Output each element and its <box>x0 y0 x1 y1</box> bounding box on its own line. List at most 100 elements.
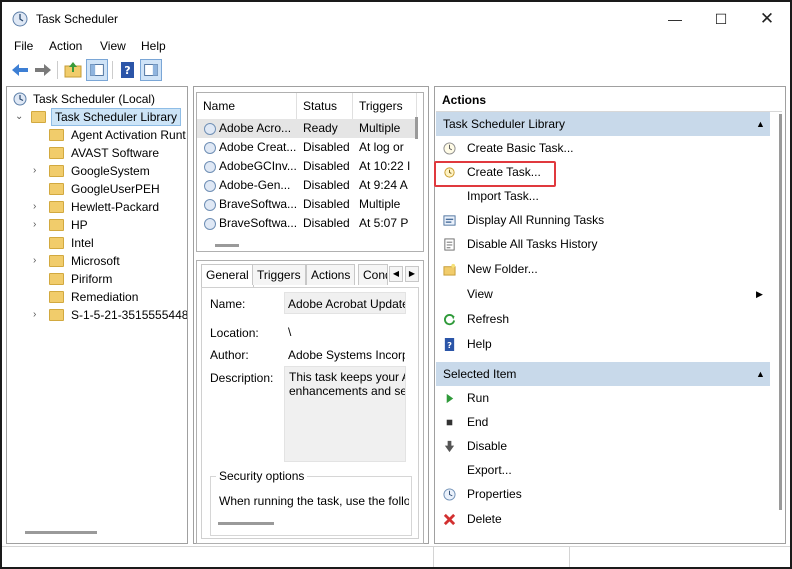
task-clock-icon <box>204 180 216 192</box>
svg-text:?: ? <box>124 64 130 77</box>
author-label: Author: <box>210 348 249 362</box>
action-label: View <box>467 287 493 301</box>
folder-icon <box>31 111 46 123</box>
collapse-up-icon[interactable]: ▲ <box>756 362 765 386</box>
tree-folder-label: Piriform <box>71 272 113 286</box>
help-book-icon[interactable]: ? <box>116 59 138 81</box>
task-row[interactable]: AdobeGCInv... Disabled At 10:22 I <box>197 157 415 176</box>
actions-vertical-scrollbar[interactable] <box>779 114 782 510</box>
tree-folder-label: Microsoft <box>71 254 120 268</box>
back-arrow-icon[interactable] <box>9 59 31 81</box>
up-folder-icon[interactable] <box>62 59 84 81</box>
folder-icon <box>49 147 64 159</box>
task-clock-icon <box>204 199 216 211</box>
tab-actions[interactable]: Actions <box>306 264 356 285</box>
column-header-triggers[interactable]: Triggers <box>353 93 417 119</box>
menu-file[interactable]: File <box>14 39 33 53</box>
help-icon: ? <box>444 338 455 351</box>
task-triggers: At 10:22 I <box>359 159 411 173</box>
task-row[interactable]: BraveSoftwa... Disabled At 5:07 P <box>197 214 415 233</box>
menu-view[interactable]: View <box>100 39 126 53</box>
section-title: Selected Item <box>443 367 517 381</box>
tab-general[interactable]: General <box>201 264 254 287</box>
tab-conditions[interactable]: Cond <box>358 264 388 285</box>
tree-horizontal-scrollbar[interactable] <box>25 531 97 534</box>
chevron-down-icon[interactable]: ⌄ <box>15 108 23 126</box>
tab-scroll-right-icon[interactable]: ▶ <box>405 266 419 282</box>
name-label: Name: <box>210 297 246 311</box>
close-button[interactable]: ✕ <box>744 2 790 36</box>
task-status: Ready <box>303 121 338 135</box>
chevron-right-icon[interactable]: › <box>33 306 36 324</box>
chevron-right-icon[interactable]: › <box>33 216 36 234</box>
action-label: Properties <box>467 487 522 501</box>
end-icon <box>446 419 453 426</box>
tree-library-label: Task Scheduler Library <box>51 108 182 126</box>
forward-arrow-icon[interactable] <box>32 59 54 81</box>
task-row[interactable]: Adobe Creat... Disabled At log or <box>197 138 415 157</box>
console-tree: Task Scheduler (Local) ⌄ Task Scheduler … <box>6 86 188 544</box>
running-tasks-icon <box>443 215 456 226</box>
chevron-right-icon[interactable]: › <box>33 162 36 180</box>
section-title: Task Scheduler Library <box>443 117 566 131</box>
folder-icon <box>49 237 64 249</box>
chevron-right-icon[interactable]: › <box>33 198 36 216</box>
description-textbox[interactable]: This task keeps your A enhancements and … <box>284 366 406 462</box>
show-hide-console-tree-icon[interactable] <box>86 59 108 81</box>
action-label: End <box>467 415 489 429</box>
collapse-up-icon[interactable]: ▲ <box>756 112 765 136</box>
task-clock-icon <box>204 123 216 135</box>
task-row[interactable]: Adobe-Gen... Disabled At 9:24 A <box>197 176 415 195</box>
tab-scroll-left-icon[interactable]: ◀ <box>389 266 403 282</box>
task-row[interactable]: BraveSoftwa... Disabled Multiple <box>197 195 415 214</box>
task-row[interactable]: Adobe Acro... Ready Multiple <box>197 119 415 138</box>
disable-icon <box>444 440 455 453</box>
action-label: Help <box>467 337 492 351</box>
action-view[interactable]: View ▶ <box>436 282 770 306</box>
status-divider <box>433 547 434 567</box>
task-list: Name Status Triggers Adobe Acro... Ready… <box>196 92 424 252</box>
properties-horizontal-scrollbar[interactable] <box>218 522 274 525</box>
folder-icon <box>49 219 64 231</box>
task-scheduler-window: Task Scheduler — ☐ ✕ File Action View He… <box>0 0 792 569</box>
location-value: \ <box>284 320 406 342</box>
section-task-scheduler-library[interactable]: Task Scheduler Library ▲ <box>436 112 770 136</box>
delete-icon <box>443 513 456 526</box>
maximize-button[interactable]: ☐ <box>698 2 744 36</box>
folder-icon <box>49 129 64 141</box>
task-clock-icon <box>204 142 216 154</box>
task-status: Disabled <box>303 159 350 173</box>
task-list-vertical-scrollbar[interactable] <box>415 117 418 139</box>
status-bar <box>2 546 790 567</box>
actions-header: Actions <box>442 93 487 107</box>
task-properties-pane: General Triggers Actions Cond ◀ ▶ Name: … <box>196 260 424 544</box>
show-hide-action-pane-icon[interactable] <box>140 59 162 81</box>
tree-folder-label: AVAST Software <box>71 146 160 160</box>
tab-triggers[interactable]: Triggers <box>252 264 306 285</box>
task-name: BraveSoftwa... <box>219 216 298 230</box>
history-icon <box>444 238 455 251</box>
section-selected-item[interactable]: Selected Item ▲ <box>436 362 770 386</box>
menu-action[interactable]: Action <box>49 39 82 53</box>
task-status: Disabled <box>303 140 350 154</box>
task-scheduler-app-icon <box>12 11 28 27</box>
name-value[interactable]: Adobe Acrobat Update <box>284 292 406 314</box>
minimize-button[interactable]: — <box>652 2 698 36</box>
menu-help[interactable]: Help <box>141 39 166 53</box>
chevron-right-icon[interactable]: › <box>33 252 36 270</box>
task-clock-icon <box>204 161 216 173</box>
action-label: Create Basic Task... <box>467 141 574 155</box>
new-folder-icon <box>443 263 456 276</box>
folder-icon <box>49 183 64 195</box>
task-name: Adobe Creat... <box>219 140 297 154</box>
security-options-heading: Security options <box>216 469 308 483</box>
general-tab-panel: Name: Adobe Acrobat Update Location: \ A… <box>201 287 419 539</box>
column-header-name[interactable]: Name <box>197 93 297 119</box>
folder-icon <box>49 273 64 285</box>
action-label: Refresh <box>467 312 510 326</box>
task-name: Adobe-Gen... <box>219 178 291 192</box>
task-list-horizontal-scrollbar[interactable] <box>215 244 239 247</box>
tree-library[interactable]: ⌄ Task Scheduler Library <box>11 108 182 126</box>
column-header-status[interactable]: Status <box>297 93 353 119</box>
task-triggers: At log or <box>359 140 404 154</box>
